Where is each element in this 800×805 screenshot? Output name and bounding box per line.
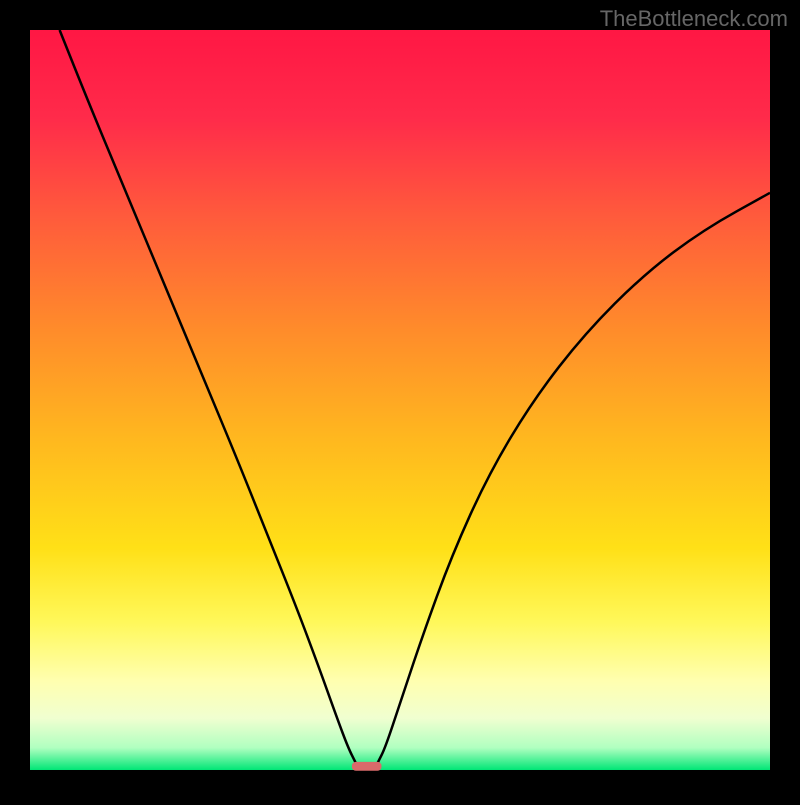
plot-background [30,30,770,770]
watermark-text: TheBottleneck.com [600,6,788,32]
bottleneck-chart [0,0,800,800]
chart-svg [0,0,800,800]
bottleneck-marker [352,762,382,771]
